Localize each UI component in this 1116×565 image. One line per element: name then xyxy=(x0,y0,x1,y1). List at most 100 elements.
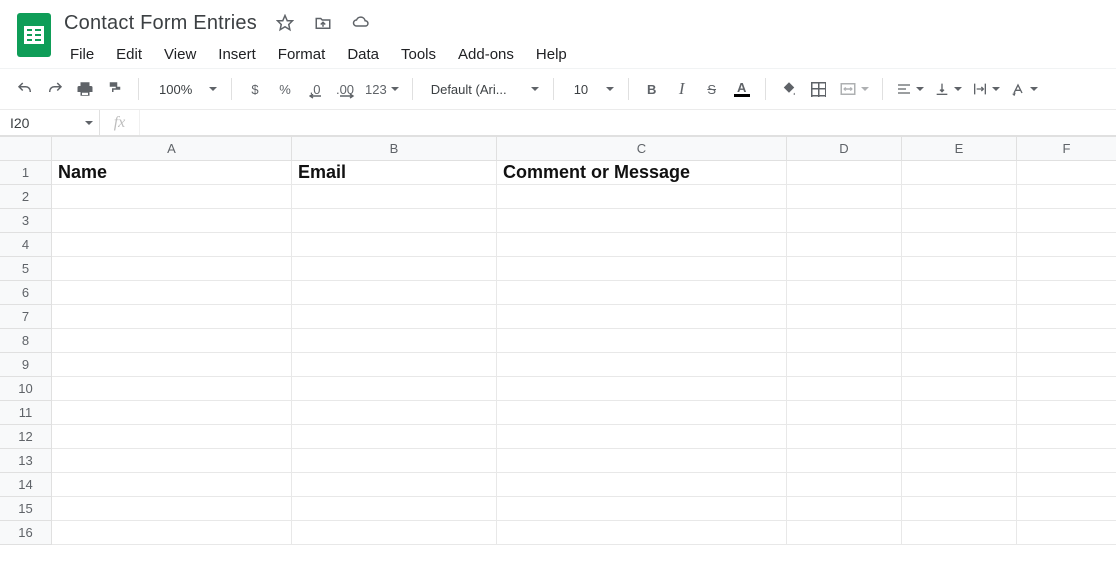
cell-F3[interactable] xyxy=(1017,209,1116,233)
cell-B8[interactable] xyxy=(292,329,497,353)
move-icon[interactable] xyxy=(313,13,333,33)
cell-B16[interactable] xyxy=(292,521,497,545)
menu-view[interactable]: View xyxy=(156,42,204,67)
cell-F11[interactable] xyxy=(1017,401,1116,425)
cell-F5[interactable] xyxy=(1017,257,1116,281)
cell-F13[interactable] xyxy=(1017,449,1116,473)
cell-F12[interactable] xyxy=(1017,425,1116,449)
cell-F10[interactable] xyxy=(1017,377,1116,401)
cell-D8[interactable] xyxy=(787,329,902,353)
row-header-6[interactable]: 6 xyxy=(0,281,52,305)
vertical-align-dropdown[interactable] xyxy=(931,75,965,103)
text-wrap-dropdown[interactable] xyxy=(969,75,1003,103)
text-rotation-dropdown[interactable] xyxy=(1007,75,1041,103)
menu-addons[interactable]: Add-ons xyxy=(450,42,522,67)
cell-E16[interactable] xyxy=(902,521,1017,545)
italic-button[interactable]: I xyxy=(669,75,695,103)
cell-B9[interactable] xyxy=(292,353,497,377)
cell-D13[interactable] xyxy=(787,449,902,473)
paint-format-button[interactable] xyxy=(102,75,128,103)
app-logo[interactable] xyxy=(14,8,54,62)
undo-button[interactable] xyxy=(12,75,38,103)
cell-C4[interactable] xyxy=(497,233,787,257)
column-header-D[interactable]: D xyxy=(787,137,902,161)
cell-C15[interactable] xyxy=(497,497,787,521)
cell-D6[interactable] xyxy=(787,281,902,305)
cell-C2[interactable] xyxy=(497,185,787,209)
redo-button[interactable] xyxy=(42,75,68,103)
row-header-14[interactable]: 14 xyxy=(0,473,52,497)
strikethrough-button[interactable]: S xyxy=(699,75,725,103)
cell-A10[interactable] xyxy=(52,377,292,401)
cell-F14[interactable] xyxy=(1017,473,1116,497)
column-header-C[interactable]: C xyxy=(497,137,787,161)
cell-D7[interactable] xyxy=(787,305,902,329)
cell-B14[interactable] xyxy=(292,473,497,497)
cell-B5[interactable] xyxy=(292,257,497,281)
row-header-2[interactable]: 2 xyxy=(0,185,52,209)
print-button[interactable] xyxy=(72,75,98,103)
cell-E5[interactable] xyxy=(902,257,1017,281)
column-header-A[interactable]: A xyxy=(52,137,292,161)
select-all-corner[interactable] xyxy=(0,137,52,161)
star-icon[interactable] xyxy=(275,13,295,33)
merge-cells-dropdown[interactable] xyxy=(836,75,872,103)
cell-D14[interactable] xyxy=(787,473,902,497)
cell-C7[interactable] xyxy=(497,305,787,329)
cell-A15[interactable] xyxy=(52,497,292,521)
cell-E8[interactable] xyxy=(902,329,1017,353)
cell-E9[interactable] xyxy=(902,353,1017,377)
menu-tools[interactable]: Tools xyxy=(393,42,444,67)
row-header-4[interactable]: 4 xyxy=(0,233,52,257)
cell-B3[interactable] xyxy=(292,209,497,233)
cell-C11[interactable] xyxy=(497,401,787,425)
cell-A8[interactable] xyxy=(52,329,292,353)
cell-C5[interactable] xyxy=(497,257,787,281)
cell-E1[interactable] xyxy=(902,161,1017,185)
row-header-16[interactable]: 16 xyxy=(0,521,52,545)
cell-C8[interactable] xyxy=(497,329,787,353)
cell-E14[interactable] xyxy=(902,473,1017,497)
cell-B2[interactable] xyxy=(292,185,497,209)
cell-B11[interactable] xyxy=(292,401,497,425)
cell-D1[interactable] xyxy=(787,161,902,185)
cell-A2[interactable] xyxy=(52,185,292,209)
row-header-5[interactable]: 5 xyxy=(0,257,52,281)
cell-F8[interactable] xyxy=(1017,329,1116,353)
cell-A12[interactable] xyxy=(52,425,292,449)
font-family-dropdown[interactable]: Default (Ari... xyxy=(423,75,543,103)
row-header-15[interactable]: 15 xyxy=(0,497,52,521)
text-color-button[interactable]: A xyxy=(729,75,755,103)
menu-format[interactable]: Format xyxy=(270,42,334,67)
cell-F1[interactable] xyxy=(1017,161,1116,185)
menu-edit[interactable]: Edit xyxy=(108,42,150,67)
cell-A4[interactable] xyxy=(52,233,292,257)
cell-A7[interactable] xyxy=(52,305,292,329)
format-currency-button[interactable]: $ xyxy=(242,75,268,103)
format-percent-button[interactable]: % xyxy=(272,75,298,103)
cell-F4[interactable] xyxy=(1017,233,1116,257)
cell-A13[interactable] xyxy=(52,449,292,473)
cell-C6[interactable] xyxy=(497,281,787,305)
cloud-status-icon[interactable] xyxy=(351,13,371,33)
cell-E4[interactable] xyxy=(902,233,1017,257)
cell-B15[interactable] xyxy=(292,497,497,521)
cell-B1[interactable]: Email xyxy=(292,161,497,185)
cell-E12[interactable] xyxy=(902,425,1017,449)
cell-C1[interactable]: Comment or Message xyxy=(497,161,787,185)
row-header-13[interactable]: 13 xyxy=(0,449,52,473)
menu-data[interactable]: Data xyxy=(339,42,387,67)
cell-F6[interactable] xyxy=(1017,281,1116,305)
cell-A16[interactable] xyxy=(52,521,292,545)
row-header-1[interactable]: 1 xyxy=(0,161,52,185)
cell-D15[interactable] xyxy=(787,497,902,521)
bold-button[interactable]: B xyxy=(639,75,665,103)
cell-A11[interactable] xyxy=(52,401,292,425)
column-header-F[interactable]: F xyxy=(1017,137,1116,161)
fill-color-button[interactable] xyxy=(776,75,802,103)
menu-insert[interactable]: Insert xyxy=(210,42,264,67)
decrease-decimal-button[interactable]: .0 xyxy=(302,75,328,103)
cell-D16[interactable] xyxy=(787,521,902,545)
cell-C3[interactable] xyxy=(497,209,787,233)
cell-D11[interactable] xyxy=(787,401,902,425)
